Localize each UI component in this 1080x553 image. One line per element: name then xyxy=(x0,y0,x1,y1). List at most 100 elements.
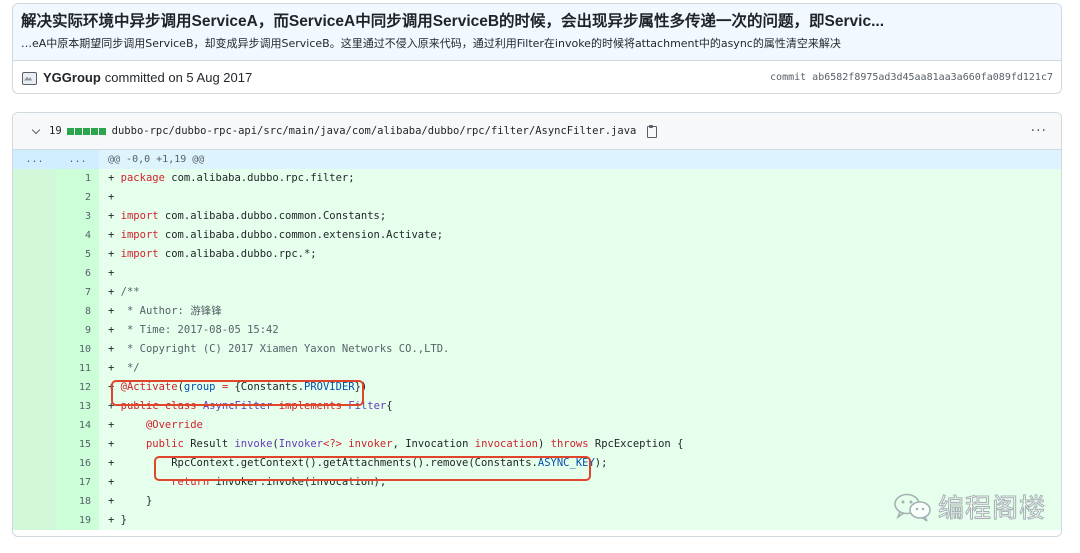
code-token: * Time: 2017-08-05 15:42 xyxy=(120,324,279,336)
new-line-number[interactable]: 18 xyxy=(56,492,99,511)
commit-sha[interactable]: commit ab6582f8975ad3d45aa81aa3a660fa089… xyxy=(770,72,1053,83)
code-token: throws xyxy=(550,438,589,450)
code-token: com.alibaba.dubbo.common.extension.Activ… xyxy=(158,229,444,241)
addition-marker: + xyxy=(108,495,121,507)
diff-line: 7 + /** xyxy=(13,283,1061,302)
new-line-number[interactable]: 17 xyxy=(56,473,99,492)
diff-line: 15 + public Result invoke(Invoker<?> invo… xyxy=(13,435,1061,454)
avatar[interactable] xyxy=(21,71,37,85)
watermark: 编程阁楼 xyxy=(892,488,1046,525)
old-line-number[interactable] xyxy=(13,321,56,340)
code-token: com.alibaba.dubbo.common.Constants; xyxy=(158,210,387,222)
commit-title: 解决实际环境中异步调用ServiceA，而ServiceA中同步调用Servic… xyxy=(21,13,885,30)
highlight-remove-async-key xyxy=(154,456,591,481)
expand-gutter-old[interactable]: ... xyxy=(13,150,56,169)
diffstat-block xyxy=(74,127,82,135)
old-line-number[interactable] xyxy=(13,340,56,359)
old-line-number[interactable] xyxy=(13,207,56,226)
author-link[interactable]: YGGroup xyxy=(43,70,101,85)
code-token: @Override xyxy=(145,419,203,431)
old-line-number[interactable] xyxy=(13,169,56,188)
diffstat-block xyxy=(82,127,90,135)
new-line-number[interactable]: 16 xyxy=(56,454,99,473)
diff-line: 11 + */ xyxy=(13,359,1061,378)
diff-line: 9 + * Time: 2017-08-05 15:42 xyxy=(13,321,1061,340)
addition-marker: + xyxy=(108,210,121,222)
new-line-number[interactable]: 12 xyxy=(56,378,99,397)
code-token: invoker xyxy=(348,438,393,450)
code-text: + import com.alibaba.dubbo.common.Consta… xyxy=(99,207,1061,226)
new-line-number[interactable]: 2 xyxy=(56,188,99,207)
addition-marker: + xyxy=(108,457,121,469)
more-options-icon[interactable]: ··· xyxy=(1031,123,1047,139)
wechat-icon xyxy=(894,493,931,522)
new-line-number[interactable]: 1 xyxy=(56,169,99,188)
new-line-number[interactable]: 4 xyxy=(56,226,99,245)
code-text: + @Override xyxy=(99,416,1061,435)
code-text: + * Copyright (C) 2017 Xiamen Yaxon Netw… xyxy=(99,340,1061,359)
old-line-number[interactable] xyxy=(13,359,56,378)
diff-line: 10 + * Copyright (C) 2017 Xiamen Yaxon Ne… xyxy=(13,340,1061,359)
new-line-number[interactable]: 9 xyxy=(56,321,99,340)
diffstat-block xyxy=(66,127,74,135)
diffstat-block xyxy=(98,127,106,135)
new-line-number[interactable]: 5 xyxy=(56,245,99,264)
old-line-number[interactable] xyxy=(13,245,56,264)
diff-line: 2 + xyxy=(13,188,1061,207)
old-line-number[interactable] xyxy=(13,473,56,492)
diffstat-bar xyxy=(66,127,106,135)
code-token: RpcException { xyxy=(588,438,684,450)
code-token: } xyxy=(120,495,153,507)
change-count: 19 xyxy=(49,125,62,137)
code-token: com.alibaba.dubbo.rpc.*; xyxy=(158,248,317,260)
code-token: import xyxy=(120,229,159,241)
old-line-number[interactable] xyxy=(13,454,56,473)
old-line-number[interactable] xyxy=(13,492,56,511)
old-line-number[interactable] xyxy=(13,511,56,530)
code-token: invocation xyxy=(474,438,538,450)
code-text: + */ xyxy=(99,359,1061,378)
new-line-number[interactable]: 6 xyxy=(56,264,99,283)
addition-marker: + xyxy=(108,267,121,279)
old-line-number[interactable] xyxy=(13,302,56,321)
file-header: 19 dubbo-rpc/dubbo-rpc-api/src/main/java… xyxy=(13,113,1061,150)
diff-line: 6 + xyxy=(13,264,1061,283)
old-line-number[interactable] xyxy=(13,378,56,397)
watermark-text: 编程阁楼 xyxy=(937,494,1047,525)
old-line-number[interactable] xyxy=(13,283,56,302)
code-token: import xyxy=(120,248,159,260)
code-token: ); xyxy=(594,457,608,469)
expand-gutter-new[interactable]: ... xyxy=(56,150,99,169)
new-line-number[interactable]: 10 xyxy=(56,340,99,359)
old-line-number[interactable] xyxy=(13,226,56,245)
new-line-number[interactable]: 19 xyxy=(56,511,99,530)
chevron-down-icon[interactable] xyxy=(31,126,41,136)
old-line-number[interactable] xyxy=(13,397,56,416)
code-token: package xyxy=(120,172,165,184)
code-text: + xyxy=(99,264,1061,283)
code-token: <?> xyxy=(323,438,342,450)
code-token: Invoker xyxy=(278,438,323,450)
old-line-number[interactable] xyxy=(13,435,56,454)
addition-marker: + xyxy=(108,172,121,184)
old-line-number[interactable] xyxy=(13,416,56,435)
code-text: + import com.alibaba.dubbo.common.extens… xyxy=(99,226,1061,245)
old-line-number[interactable] xyxy=(13,264,56,283)
old-line-number[interactable] xyxy=(13,188,56,207)
code-token: invoke xyxy=(234,438,273,450)
new-line-number[interactable]: 3 xyxy=(56,207,99,226)
copy-icon[interactable] xyxy=(646,125,658,138)
new-line-number[interactable]: 15 xyxy=(56,435,99,454)
addition-marker: + xyxy=(108,514,121,526)
hunk-range: @@ -0,0 +1,19 @@ xyxy=(108,154,205,165)
commit-description: …eA中原本期望同步调用ServiceB，却变成异步调用ServiceB。这里通… xyxy=(21,37,841,50)
new-line-number[interactable]: 8 xyxy=(56,302,99,321)
new-line-number[interactable]: 14 xyxy=(56,416,99,435)
addition-marker: + xyxy=(108,324,121,336)
file-path[interactable]: dubbo-rpc/dubbo-rpc-api/src/main/java/co… xyxy=(112,125,637,137)
new-line-number[interactable]: 13 xyxy=(56,397,99,416)
new-line-number[interactable]: 7 xyxy=(56,283,99,302)
code-token: Result xyxy=(183,438,235,450)
new-line-number[interactable]: 11 xyxy=(56,359,99,378)
